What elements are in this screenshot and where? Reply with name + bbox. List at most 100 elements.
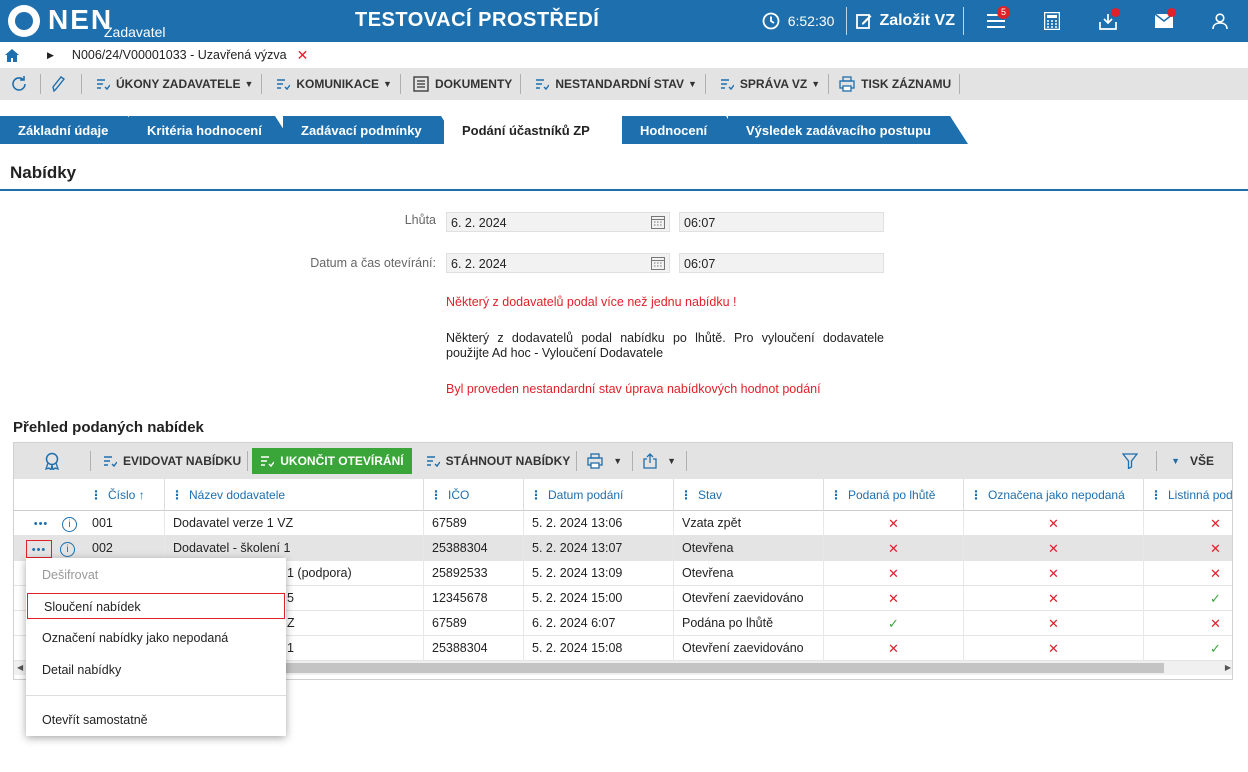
nestandardni-menu-button[interactable]: NESTANDARDNÍ STAV ▼ — [521, 74, 705, 94]
col-header-nepodana[interactable]: ⋮ Označena jako nepodaná — [963, 479, 1143, 511]
col-header-datum[interactable]: ⋮ Datum podání — [523, 479, 673, 511]
edit-button[interactable] — [41, 74, 81, 94]
menu-item-otevrit-samostatne[interactable]: Otevřít samostatně — [26, 707, 286, 733]
view-all-dropdown[interactable]: ▼ VŠE — [1157, 448, 1232, 474]
calculator-button[interactable] — [1024, 0, 1080, 42]
home-icon[interactable] — [5, 48, 19, 62]
mail-button[interactable] — [1136, 0, 1192, 42]
export-icon — [643, 453, 657, 469]
column-menu-icon[interactable]: ⋮ — [530, 488, 542, 502]
row-actions-icon[interactable]: ••• — [28, 515, 54, 533]
grid-header: ⋮ Číslo ↑ ⋮ Název dodavatele ⋮ IČO ⋮ Datum p… — [14, 479, 1233, 511]
offers-grid-title: Přehled podaných nabídek — [13, 419, 204, 436]
menu-divider — [26, 695, 286, 696]
sprava-menu-button[interactable]: SPRÁVA VZ ▼ — [706, 74, 828, 94]
calendar-icon[interactable] — [651, 256, 665, 270]
chevron-down-icon: ▼ — [811, 79, 821, 89]
col-header-listinna[interactable]: ⋮ Listinná pod — [1143, 479, 1233, 511]
list-action-icon — [720, 79, 734, 91]
cell-ico: 67589 — [423, 611, 523, 636]
filter-button[interactable] — [1110, 448, 1156, 474]
tab-hodnoceni[interactable]: Hodnocení — [622, 116, 744, 144]
info-icon[interactable]: i — [60, 541, 75, 557]
lhuta-time-value: 06:07 — [684, 216, 716, 230]
column-menu-icon[interactable]: ⋮ — [90, 488, 102, 502]
chevron-down-icon: ▼ — [244, 79, 254, 89]
export-menu-button[interactable]: ▼ — [633, 448, 686, 474]
ukoncit-otevirani-button[interactable]: UKONČIT OTEVÍRÁNÍ — [252, 448, 412, 474]
table-row[interactable]: ••• i 001 Dodavatel verze 1 VZ 67589 5. 2… — [14, 511, 1232, 536]
menu-item-detail[interactable]: Detail nabídky — [26, 657, 286, 683]
breadcrumb-path[interactable]: N006/24/V00001033 - Uzavřená výzva — [72, 48, 287, 62]
info-icon[interactable]: i — [62, 516, 77, 532]
col-header-label: Stav — [698, 488, 723, 502]
cross-icon: ✕ — [963, 536, 1143, 561]
inbox-button[interactable] — [1080, 0, 1136, 42]
print-menu-button[interactable]: ▼ — [577, 448, 632, 474]
menu-item-slouceni[interactable]: Sloučení nabídek — [27, 593, 285, 619]
col-header-ico[interactable]: ⋮ IČO — [423, 479, 523, 511]
column-menu-icon[interactable]: ⋮ — [970, 488, 982, 502]
lhuta-date-field[interactable]: 6. 2. 2024 — [446, 212, 670, 232]
nen-logo-icon[interactable] — [8, 5, 40, 37]
otevirani-date-field[interactable]: 6. 2. 2024 — [446, 253, 670, 273]
column-menu-icon[interactable]: ⋮ — [830, 488, 842, 502]
col-header-po-lhute[interactable]: ⋮ Podaná po lhůtě — [823, 479, 963, 511]
award-icon — [44, 452, 60, 470]
scroll-right-icon[interactable]: ▶ — [1225, 661, 1231, 675]
tab-podani-ucastniku[interactable]: Podání účastníků ZP — [444, 116, 638, 144]
menu-button[interactable]: 5 — [968, 0, 1024, 42]
col-header-nazev[interactable]: ⋮ Název dodavatele — [164, 479, 423, 511]
tab-kriteria-hodnoceni[interactable]: Kritéria hodnocení — [129, 116, 293, 144]
create-vz-button[interactable]: Založit VZ — [851, 12, 959, 30]
otevirani-time-field[interactable]: 06:07 — [679, 253, 884, 273]
refresh-button[interactable] — [0, 74, 40, 94]
chevron-down-icon: ▼ — [613, 456, 623, 466]
menu-item-desifrovat: Dešifrovat — [42, 568, 99, 582]
award-button[interactable] — [14, 448, 90, 474]
document-icon — [413, 76, 429, 92]
col-header-label: Listinná pod — [1168, 488, 1233, 502]
cross-icon: ✕ — [823, 511, 963, 536]
session-time: 6:52:30 — [787, 13, 835, 29]
cell-stav: Vzata zpět — [673, 511, 823, 536]
scroll-left-icon[interactable]: ◀ — [17, 661, 23, 675]
calendar-icon[interactable] — [651, 215, 665, 229]
stahnout-nabidky-button[interactable]: STÁHNOUT NABÍDKY — [412, 448, 577, 474]
komunikace-menu-button[interactable]: KOMUNIKACE ▼ — [262, 74, 400, 94]
menu-item-oznaceni-nepodana[interactable]: Označení nabídky jako nepodaná — [26, 625, 286, 651]
tab-vysledek[interactable]: Výsledek zadávacího postupu — [728, 116, 968, 144]
dokumenty-button[interactable]: DOKUMENTY — [401, 74, 520, 94]
warning-multi-offer: Některý z dodavatelů podal více než jedn… — [446, 295, 737, 309]
action-toolbar: ÚKONY ZADAVATELE ▼ KOMUNIKACE ▼ DOKUMENTY … — [0, 68, 1248, 100]
cross-icon: ✕ — [963, 561, 1143, 586]
evidovat-nabidku-button[interactable]: EVIDOVAT NABÍDKU — [91, 448, 247, 474]
column-menu-icon[interactable]: ⋮ — [171, 488, 183, 502]
close-record-icon[interactable]: ✕ — [297, 47, 309, 64]
warning-late-offer: Některý z dodavatelů podal nabídku po lh… — [446, 331, 884, 360]
cell-stav: Otevřena — [673, 561, 823, 586]
printer-icon — [839, 76, 855, 92]
edit-icon — [856, 14, 872, 29]
ukony-menu-button[interactable]: ÚKONY ZADAVATELE ▼ — [82, 74, 261, 94]
col-header-stav[interactable]: ⋮ Stav — [673, 479, 823, 511]
tab-zadavaci-podminky[interactable]: Zadávací podmínky — [283, 116, 459, 144]
col-header-label: Podaná po lhůtě — [848, 488, 936, 502]
tab-zakladni-udaje[interactable]: Základní údaje — [0, 116, 146, 144]
logo-subtitle: Zadavatel — [104, 24, 166, 40]
user-button[interactable] — [1192, 0, 1248, 42]
chevron-down-icon: ▼ — [667, 456, 677, 466]
lhuta-date-value: 6. 2. 2024 — [451, 216, 507, 230]
tisk-button[interactable]: TISK ZÁZNAMU — [829, 74, 959, 94]
col-header-cislo[interactable]: ⋮ Číslo ↑ — [84, 479, 164, 511]
nestandardni-label: NESTANDARDNÍ STAV — [555, 77, 684, 91]
column-menu-icon[interactable]: ⋮ — [430, 488, 442, 502]
column-menu-icon[interactable]: ⋮ — [680, 488, 692, 502]
column-menu-icon[interactable]: ⋮ — [1150, 488, 1162, 502]
lhuta-time-field[interactable]: 06:07 — [679, 212, 884, 232]
chevron-down-icon: ▼ — [687, 79, 697, 89]
inbox-notification-dot — [1111, 8, 1120, 17]
dokumenty-label: DOKUMENTY — [434, 77, 513, 91]
row-actions-icon[interactable]: ••• — [26, 540, 52, 558]
cross-icon: ✕ — [963, 511, 1143, 536]
